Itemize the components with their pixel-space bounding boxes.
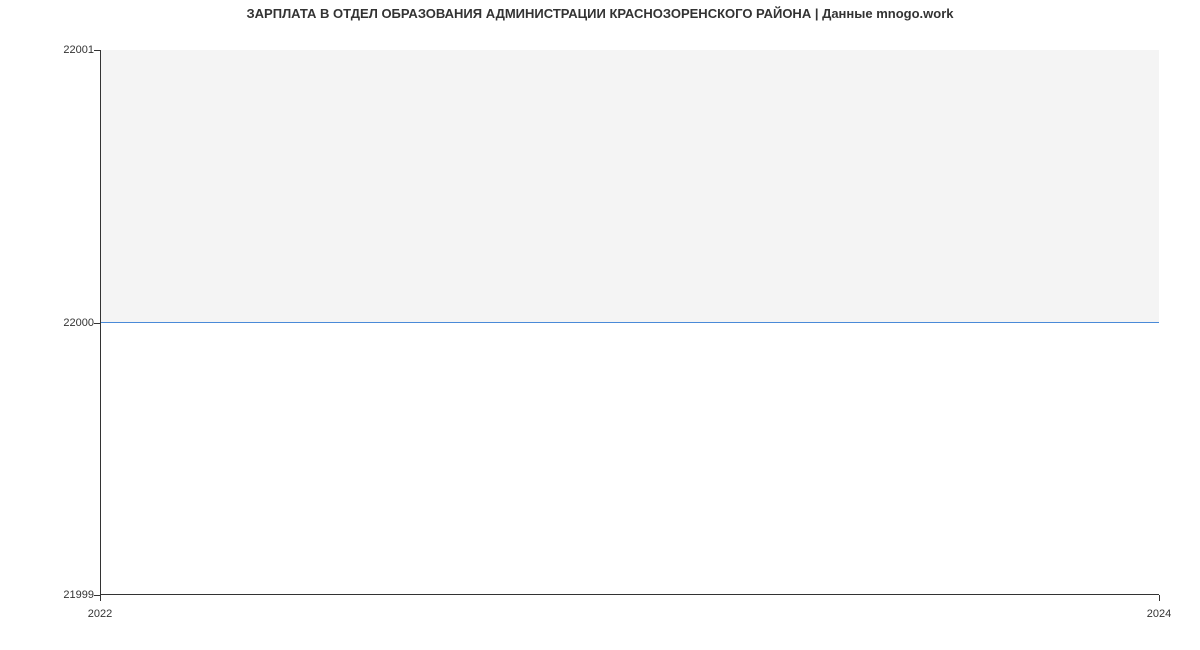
chart-title: ЗАРПЛАТА В ОТДЕЛ ОБРАЗОВАНИЯ АДМИНИСТРАЦ…: [0, 6, 1200, 21]
x-tick: [1159, 595, 1160, 601]
y-tick-label: 22000: [63, 317, 94, 329]
chart-container: ЗАРПЛАТА В ОТДЕЛ ОБРАЗОВАНИЯ АДМИНИСТРАЦ…: [0, 0, 1200, 650]
y-tick-label: 21999: [63, 589, 94, 601]
plot-area: [100, 50, 1159, 595]
y-tick-label: 22001: [63, 44, 94, 56]
x-tick-label: 2024: [1147, 608, 1171, 620]
y-tick: [94, 50, 100, 51]
x-tick: [100, 595, 101, 601]
fill-area: [101, 50, 1159, 322]
y-tick: [94, 323, 100, 324]
data-line: [101, 322, 1159, 323]
x-tick-label: 2022: [88, 608, 112, 620]
